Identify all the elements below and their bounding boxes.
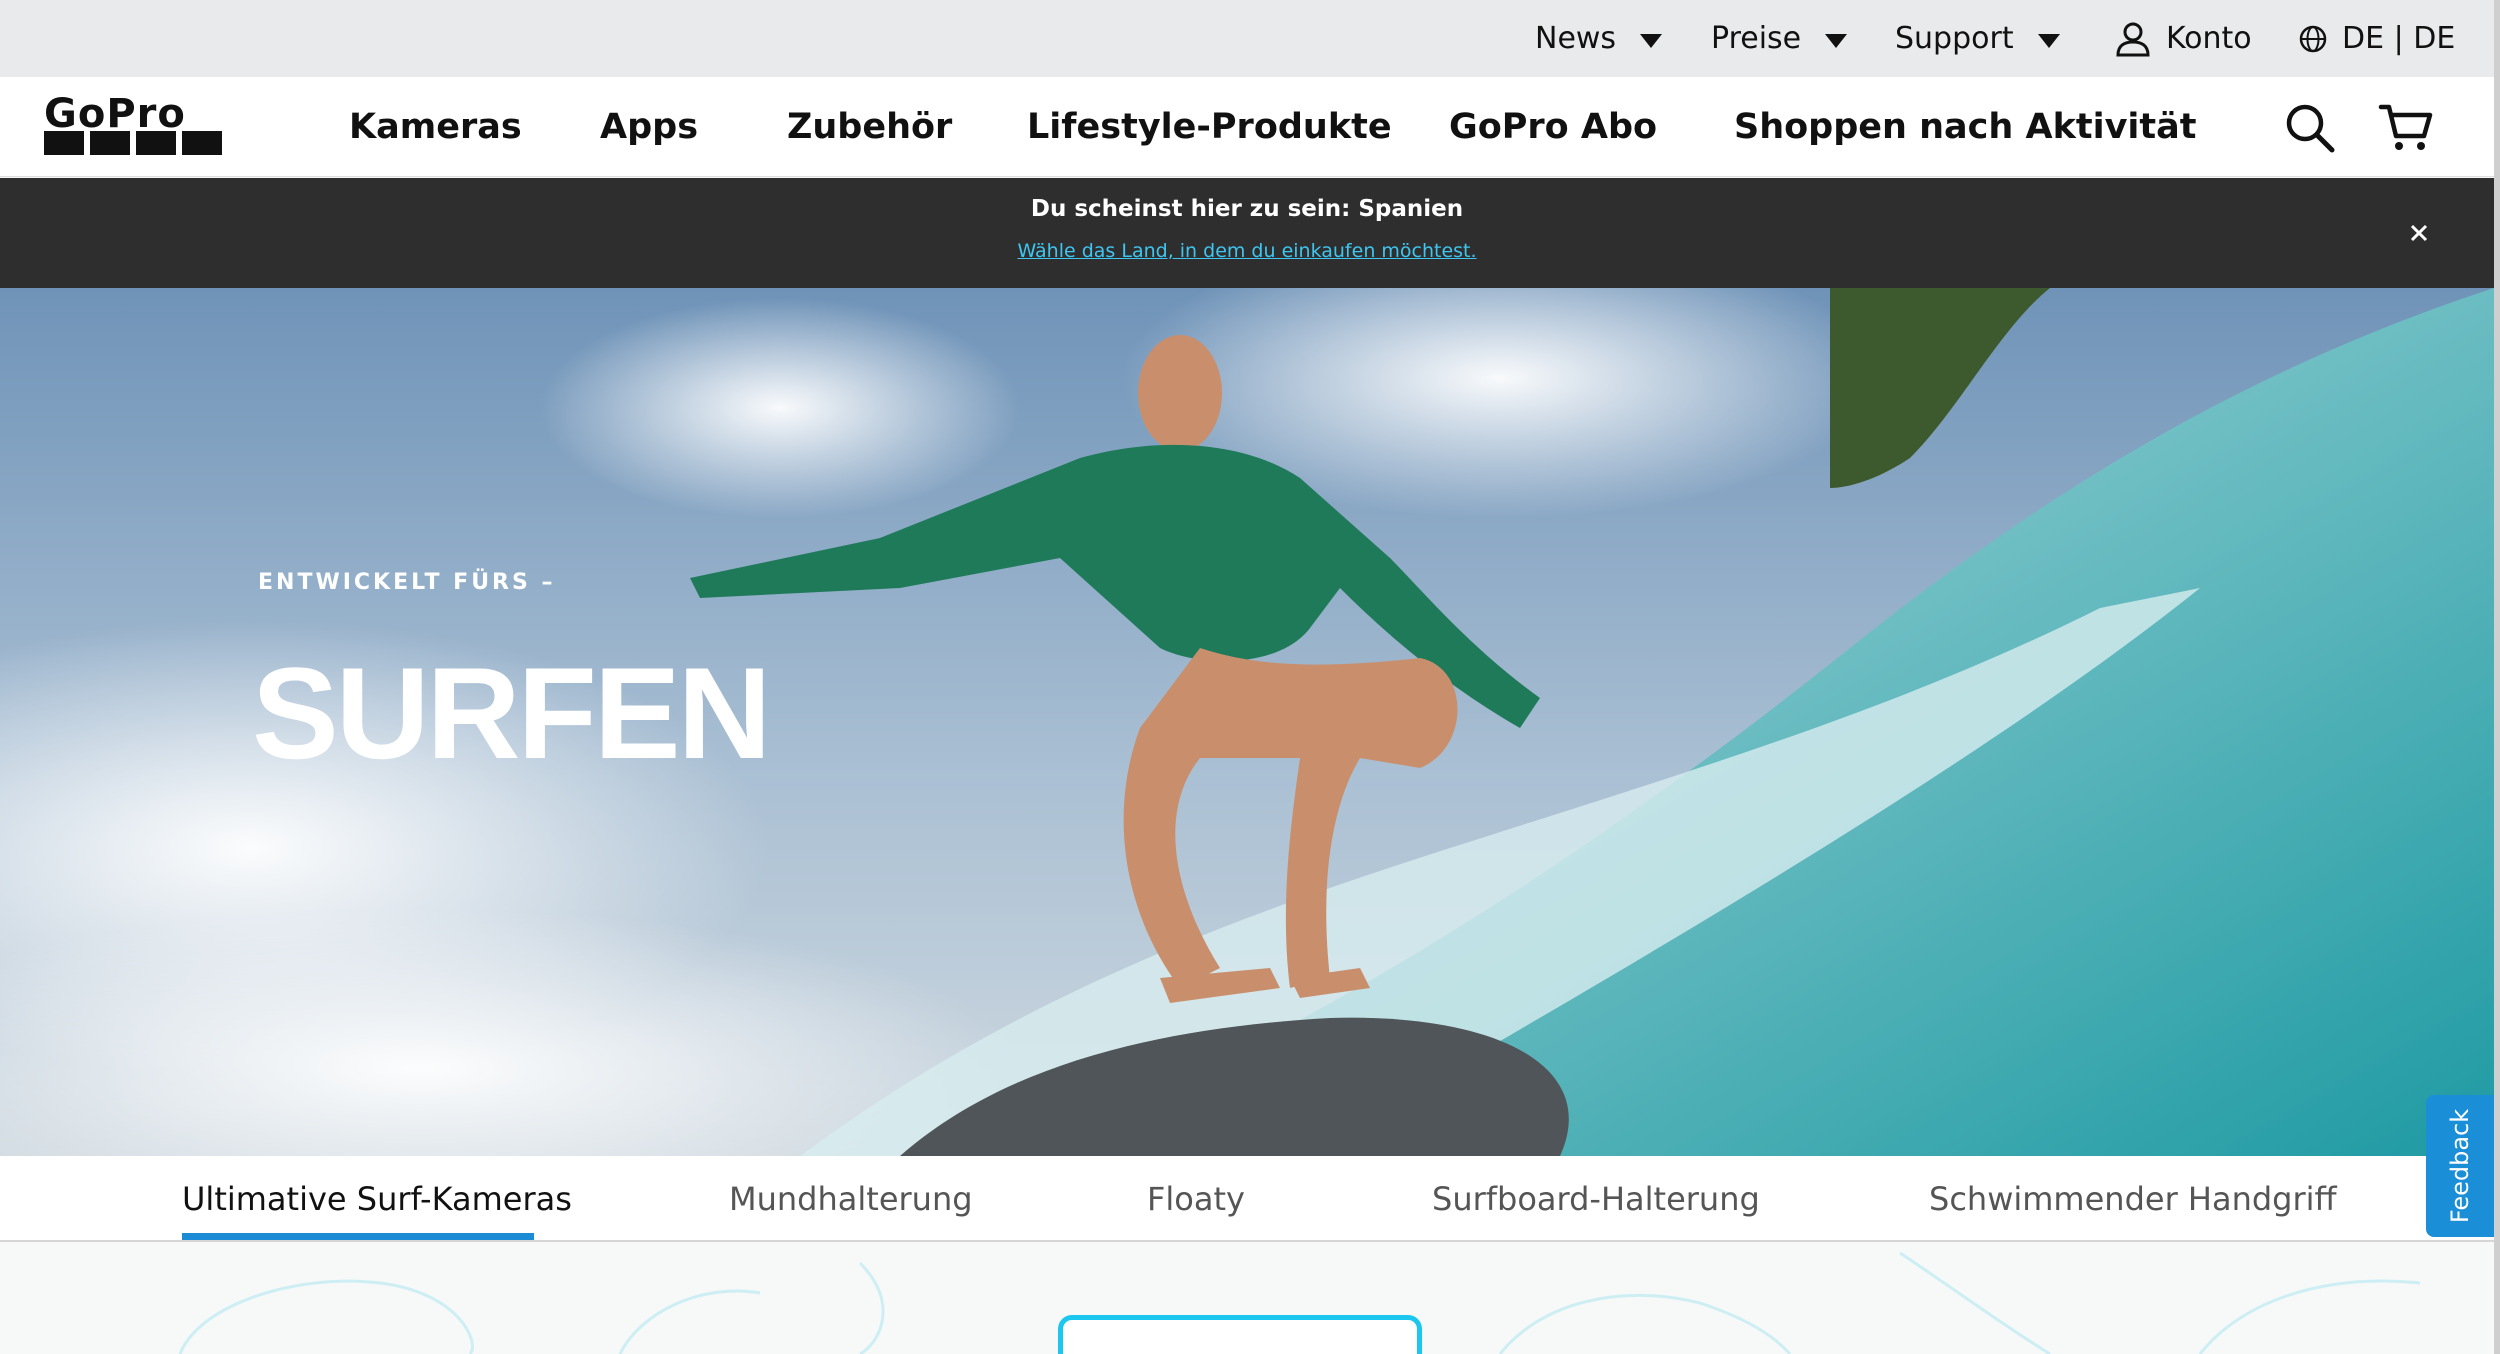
- utility-bar: News Preise Support Konto DE | DE: [0, 0, 2494, 77]
- support-menu[interactable]: Support: [1895, 0, 2060, 77]
- chevron-down-icon: [1825, 33, 1848, 48]
- nav-item-kameras[interactable]: Kameras: [349, 77, 522, 177]
- preise-menu[interactable]: Preise: [1711, 0, 1848, 77]
- feedback-button[interactable]: Feedback: [2426, 1095, 2494, 1237]
- globe-icon: [2299, 25, 2327, 52]
- locale-selector[interactable]: DE | DE: [2298, 0, 2455, 77]
- news-label: News: [1535, 21, 1617, 56]
- hero-section: ENTWICKELT FÜRS – SURFEN: [0, 288, 2494, 1156]
- country-select-link[interactable]: Wähle das Land, in dem du einkaufen möch…: [1017, 240, 1476, 262]
- preise-label: Preise: [1711, 21, 1802, 56]
- user-icon: [2116, 22, 2150, 56]
- chevron-down-icon: [1640, 33, 1663, 48]
- support-label: Support: [1895, 21, 2014, 56]
- banner-title: Du scheinst hier zu sein: Spanien: [1030, 196, 1464, 222]
- chevron-down-icon: [2037, 33, 2060, 48]
- news-menu[interactable]: News: [1535, 0, 1663, 77]
- product-card[interactable]: [1058, 1315, 1422, 1354]
- nav-item-shoppen[interactable]: Shoppen nach Aktivität: [1734, 77, 2197, 177]
- nav-item-zubehoer[interactable]: Zubehör: [787, 77, 952, 177]
- tab-schwimmender-handgriff[interactable]: Schwimmender Handgriff: [1929, 1156, 2337, 1242]
- nav-item-abo[interactable]: GoPro Abo: [1449, 77, 1657, 177]
- tab-floaty[interactable]: Floaty: [1147, 1156, 1245, 1242]
- active-tab-indicator: [182, 1233, 534, 1240]
- tab-surfboard-halterung[interactable]: Surfboard-Halterung: [1432, 1156, 1760, 1242]
- hero-headline: SURFEN: [252, 640, 771, 786]
- tab-ultimative-surf-kameras[interactable]: Ultimative Surf-Kameras: [182, 1156, 572, 1242]
- main-navigation: GoPro Kameras Apps Zubehör Lifestyle-Pro…: [0, 77, 2494, 177]
- locale-label: DE | DE: [2342, 21, 2456, 56]
- hero-eyebrow: ENTWICKELT FÜRS –: [258, 570, 556, 595]
- cart-icon[interactable]: [2378, 102, 2434, 154]
- close-icon[interactable]: [2402, 216, 2436, 250]
- feedback-label: Feedback: [2446, 1108, 2474, 1224]
- scrollbar[interactable]: [2494, 0, 2500, 1354]
- category-tabs: Ultimative Surf-Kameras Mundhalterung Fl…: [0, 1156, 2494, 1242]
- location-banner: Du scheinst hier zu sein: Spanien Wähle …: [0, 178, 2494, 288]
- gopro-logo[interactable]: GoPro: [44, 91, 224, 157]
- account-label: Konto: [2166, 21, 2252, 56]
- page: News Preise Support Konto DE | DE GoPro …: [0, 0, 2500, 1354]
- account-link[interactable]: Konto: [2114, 0, 2252, 77]
- search-icon[interactable]: [2284, 102, 2336, 154]
- logo-wordmark: GoPro: [44, 91, 186, 137]
- nav-item-apps[interactable]: Apps: [600, 77, 698, 177]
- content-section: [0, 1243, 2494, 1354]
- tab-mundhalterung[interactable]: Mundhalterung: [729, 1156, 973, 1242]
- nav-item-lifestyle[interactable]: Lifestyle-Produkte: [1027, 77, 1392, 177]
